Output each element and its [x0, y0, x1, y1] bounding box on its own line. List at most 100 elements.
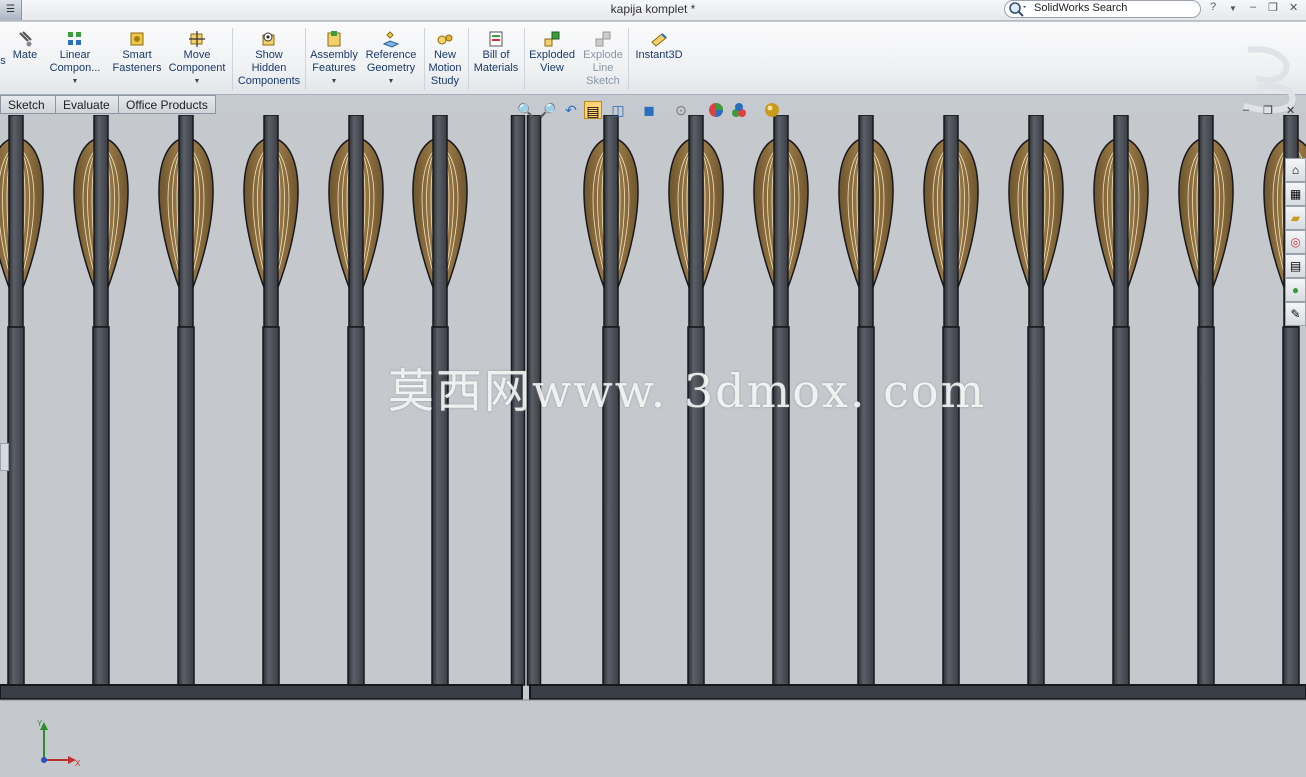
show-hidden-icon: [262, 32, 275, 46]
viewport-restore-button[interactable]: ❐: [1263, 104, 1273, 117]
move-component-button[interactable]: Move Component ▼: [166, 30, 228, 86]
bar-upper: [858, 115, 874, 328]
ribbon-separator: [424, 28, 425, 90]
ribbon-separator: [524, 28, 525, 90]
bar-upper: [1113, 115, 1129, 328]
new-motion-study-button[interactable]: New Motion Study: [426, 30, 464, 88]
move-component-icon: [189, 31, 205, 47]
mate-button[interactable]: Mate: [8, 30, 42, 62]
show-hidden-components-button[interactable]: Show Hidden Components: [236, 30, 302, 88]
reference-triad: Y X: [37, 719, 81, 768]
previous-view-icon[interactable]: ↶: [562, 101, 580, 119]
gate-assembly-model[interactable]: [0, 115, 1306, 777]
bottom-rail-right: [529, 684, 1306, 700]
bar-lower: [7, 326, 25, 686]
linear-component-pattern-button[interactable]: Linear Compon... ▼: [44, 30, 106, 86]
linear-pattern-icon: [68, 32, 81, 45]
bar-lower: [347, 326, 365, 686]
bar-upper: [943, 115, 959, 328]
bar-lower: [1197, 326, 1215, 686]
ribbon-separator: [468, 28, 469, 90]
search-results-icon[interactable]: ◎: [1285, 230, 1306, 254]
hide-show-icon[interactable]: ⊙: [672, 101, 690, 119]
ribbon-separator: [628, 28, 629, 90]
partial-button-label: s: [0, 55, 6, 67]
search-input[interactable]: SolidWorks Search: [1004, 0, 1201, 18]
viewport-close-button[interactable]: ✕: [1286, 104, 1295, 117]
smart-fasteners-icon: [130, 32, 144, 46]
bar-upper: [93, 115, 109, 328]
tab-office-products[interactable]: Office Products: [118, 95, 216, 114]
design-library-icon[interactable]: ▦: [1285, 182, 1306, 206]
bar-upper: [688, 115, 704, 328]
instant3d-icon: [651, 33, 667, 47]
section-view-icon[interactable]: ▤: [584, 101, 602, 119]
mate-icon: [19, 31, 32, 47]
reference-geometry-icon: [382, 31, 400, 48]
bom-icon: [489, 31, 503, 47]
view-orientation-icon[interactable]: ◫: [609, 101, 627, 119]
bar-upper: [1198, 115, 1214, 328]
graphics-area[interactable]: [0, 115, 1306, 777]
search-placeholder: SolidWorks Search: [1034, 2, 1128, 14]
bar-upper: [432, 115, 448, 328]
exploded-view-icon: [544, 31, 560, 47]
feature-manager-collapse-handle[interactable]: [0, 443, 9, 471]
help-icon[interactable]: ?: [1210, 1, 1216, 13]
bar-lower: [92, 326, 110, 686]
triad-x-label: X: [75, 759, 81, 768]
restore-button[interactable]: ❐: [1268, 1, 1278, 14]
bottom-rails: [0, 684, 1306, 701]
help-dropdown-icon[interactable]: ▼: [1229, 4, 1237, 13]
bar-upper: [603, 115, 619, 328]
explode-line-icon: [595, 31, 611, 47]
triad-y-label: Y: [37, 719, 43, 728]
display-style-icon[interactable]: ◼: [640, 101, 658, 119]
tab-sketch[interactable]: Sketch: [0, 95, 56, 114]
smart-fasteners-button[interactable]: Smart Fasteners: [110, 30, 164, 75]
dropdown-arrow-icon[interactable]: ▼: [362, 78, 420, 86]
motion-study-icon: [437, 34, 453, 45]
dropdown-arrow-icon[interactable]: ▼: [166, 78, 228, 86]
bar-lower: [1112, 326, 1130, 686]
appearance-icon[interactable]: [707, 101, 725, 119]
bottom-rail-left: [0, 684, 523, 700]
appearances-icon[interactable]: ●: [1285, 278, 1306, 302]
bar-lower: [177, 326, 195, 686]
instant3d-button[interactable]: Instant3D: [632, 30, 686, 62]
reference-geometry-button[interactable]: Reference Geometry ▼: [362, 30, 420, 86]
bill-of-materials-button[interactable]: Bill of Materials: [470, 30, 522, 75]
explode-line-sketch-button[interactable]: Explode Line Sketch: [580, 30, 626, 88]
bar-lower: [262, 326, 280, 686]
viewport-minimize-button[interactable]: –: [1243, 104, 1249, 116]
bar-upper: [1028, 115, 1044, 328]
scene-icon[interactable]: [730, 101, 748, 119]
search-icon[interactable]: [1007, 1, 1027, 18]
assembly-features-button[interactable]: Assembly Features ▼: [308, 30, 360, 86]
zoom-to-fit-icon[interactable]: 🔍: [517, 101, 535, 119]
dropdown-arrow-icon[interactable]: ▼: [308, 78, 360, 86]
bar-lower: [1027, 326, 1045, 686]
title-bar: ☰ kapija komplet * SolidWorks Search ? ▼…: [0, 0, 1306, 21]
command-manager: s Mate Linear Compon... ▼ Smart Fastener…: [0, 22, 1306, 114]
bar-upper: [263, 115, 279, 328]
assembly-features-icon: [327, 31, 341, 47]
zoom-area-icon[interactable]: 🔎: [539, 101, 557, 119]
watermark-text: 莫西网www. 3dmox. com: [388, 364, 987, 418]
bar-upper: [178, 115, 194, 328]
home-icon[interactable]: ⌂: [1285, 158, 1306, 182]
ribbon-separator: [232, 28, 233, 90]
bar-lower: [1282, 326, 1300, 686]
bar-upper: [8, 115, 24, 328]
custom-properties-icon[interactable]: ✎: [1285, 302, 1306, 326]
close-button[interactable]: ✕: [1289, 1, 1298, 14]
exploded-view-button[interactable]: Exploded View: [526, 30, 578, 75]
bar-upper: [773, 115, 789, 328]
ribbon-separator: [305, 28, 306, 90]
view-palette-icon[interactable]: ▤: [1285, 254, 1306, 278]
realview-icon[interactable]: [763, 101, 781, 119]
minimize-button[interactable]: –: [1250, 1, 1256, 13]
dropdown-arrow-icon[interactable]: ▼: [44, 78, 106, 86]
tab-evaluate[interactable]: Evaluate: [55, 95, 119, 114]
file-explorer-icon[interactable]: ▰: [1285, 206, 1306, 230]
